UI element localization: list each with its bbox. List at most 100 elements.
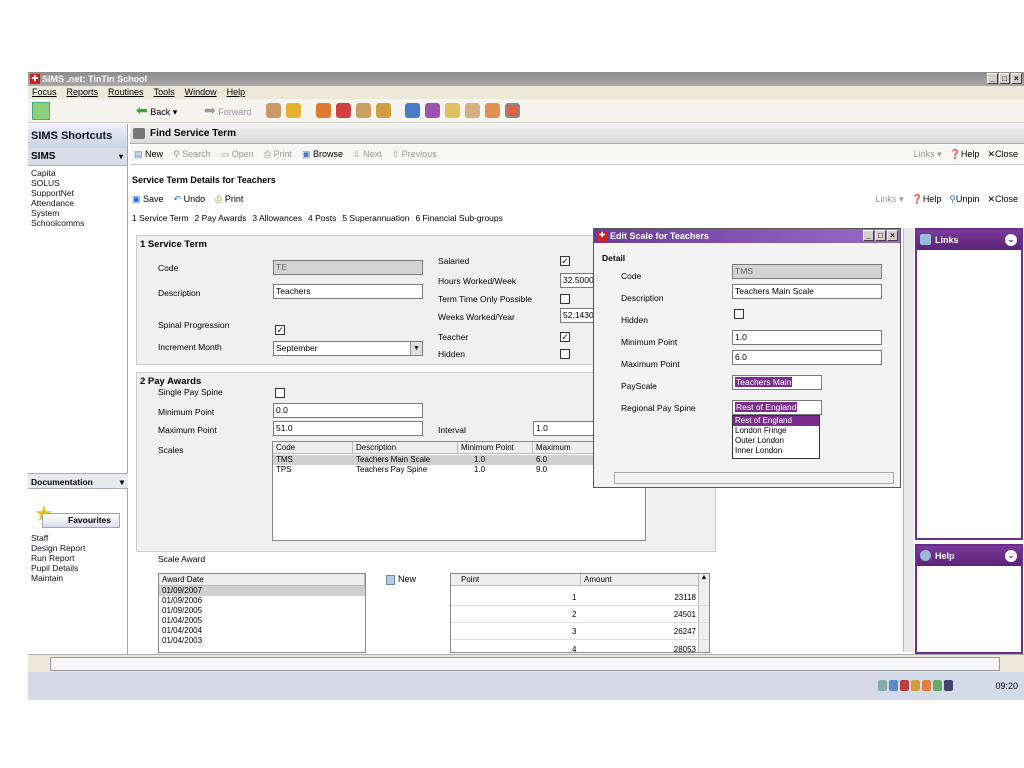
collapse-icon[interactable]: ⌄ xyxy=(1005,234,1017,246)
dialog-minimize-button[interactable]: _ xyxy=(863,230,874,241)
option-outer-london[interactable]: Outer London xyxy=(733,436,819,446)
col-point[interactable]: Point xyxy=(451,574,581,586)
tab-service-term[interactable]: 1 Service Term xyxy=(132,211,189,225)
clock-icon[interactable] xyxy=(505,103,520,118)
people-icon[interactable] xyxy=(356,103,371,118)
list-item[interactable]: 01/04/2005 xyxy=(159,616,365,626)
code-field[interactable]: TE xyxy=(273,260,423,275)
unpin-button[interactable]: ⚲Unpin xyxy=(949,190,979,208)
tab-financial-subgroups[interactable]: 6 Financial Sub-groups xyxy=(415,211,502,225)
tab-posts[interactable]: 4 Posts xyxy=(308,211,336,225)
col-award-date[interactable]: Award Date xyxy=(159,574,365,586)
new-button[interactable]: ▤ New xyxy=(134,149,163,160)
tab-allowances[interactable]: 3 Allowances xyxy=(252,211,302,225)
detail-help-button[interactable]: ❓Help xyxy=(912,190,942,208)
hours-worked-field[interactable]: 32.5000 xyxy=(560,273,596,288)
list-item[interactable]: 01/09/2007 xyxy=(159,586,365,596)
list-item[interactable]: 01/09/2006 xyxy=(159,596,365,606)
detail-close-button[interactable]: ✕Close xyxy=(987,190,1018,208)
dialog-maximize-button[interactable]: □ xyxy=(875,230,886,241)
forward-button[interactable]: ➡ Forward xyxy=(204,103,251,117)
notes-icon[interactable] xyxy=(445,103,460,118)
flag-icon[interactable] xyxy=(336,103,351,118)
staff-icon[interactable] xyxy=(266,103,281,118)
scale-min-field[interactable]: 1.0 xyxy=(732,330,882,345)
find-help-button[interactable]: ❓Help xyxy=(950,149,980,160)
maximum-point-field[interactable]: 51.0 xyxy=(273,421,423,436)
save-button[interactable]: ▣ Save xyxy=(132,190,164,208)
next-button[interactable]: ⇩ Next xyxy=(353,149,382,160)
fav-item-pupil-details[interactable]: Pupil Details xyxy=(31,563,126,573)
dialog-close-button[interactable]: × xyxy=(887,230,898,241)
col-minimum-point[interactable]: Minimum Point xyxy=(458,442,533,454)
search-button[interactable]: ⚲ Search xyxy=(173,149,211,160)
scale-description-field[interactable]: Teachers Main Scale xyxy=(732,284,882,299)
previous-button[interactable]: ⇧ Previous xyxy=(392,149,437,160)
tab-pay-awards[interactable]: 2 Pay Awards xyxy=(195,211,247,225)
book-icon[interactable] xyxy=(316,103,331,118)
table-row[interactable]: 4 28053 xyxy=(451,642,709,652)
open-button[interactable]: ▭ Open xyxy=(221,149,254,160)
shield-icon[interactable] xyxy=(900,680,909,691)
sidebar-item-supportnet[interactable]: SupportNet xyxy=(28,188,127,198)
table-row[interactable]: 3 26247 xyxy=(451,624,709,640)
find-close-button[interactable]: ✕Close xyxy=(987,149,1018,160)
fav-item-maintain[interactable]: Maintain xyxy=(31,573,126,583)
group-icon[interactable] xyxy=(376,103,391,118)
scale-code-field[interactable]: TMS xyxy=(732,264,882,279)
option-london-fringe[interactable]: London Fringe xyxy=(733,426,819,436)
sidebar-item-solus[interactable]: SOLUS xyxy=(28,178,127,188)
col-description[interactable]: Description xyxy=(353,442,458,454)
menu-focus[interactable]: Focus xyxy=(32,86,57,99)
table-row[interactable]: TMS Teachers Main Scale 1.0 6.0 xyxy=(273,455,645,465)
list-item[interactable]: 01/04/2004 xyxy=(159,626,365,636)
menu-tools[interactable]: Tools xyxy=(154,86,175,99)
weeks-worked-field[interactable]: 52.1430 xyxy=(560,308,596,323)
scale-hidden-checkbox[interactable] xyxy=(734,309,744,319)
maximize-button[interactable]: □ xyxy=(999,73,1010,84)
table-row[interactable]: TPS Teachers Pay Spine 1.0 9.0 xyxy=(273,465,645,475)
menu-window[interactable]: Window xyxy=(185,86,217,99)
menu-reports[interactable]: Reports xyxy=(67,86,99,99)
col-amount[interactable]: Amount xyxy=(581,574,699,586)
sidebar-item-attendance[interactable]: Attendance xyxy=(28,198,127,208)
switch-icon[interactable] xyxy=(32,102,50,120)
browse-button[interactable]: ▣ Browse xyxy=(302,149,343,160)
document-icon[interactable] xyxy=(465,103,480,118)
sidebar-group-selector[interactable]: SIMS xyxy=(28,148,127,166)
fav-item-run-report[interactable]: Run Report xyxy=(31,553,126,563)
network-icon[interactable] xyxy=(933,680,942,691)
regional-pay-spine-select[interactable]: Rest of England xyxy=(732,400,822,415)
person-icon[interactable] xyxy=(485,103,500,118)
hidden-checkbox[interactable] xyxy=(560,349,570,359)
sidebar-item-system[interactable]: System xyxy=(28,208,127,218)
list-item[interactable]: 01/09/2005 xyxy=(159,606,365,616)
payscale-select[interactable]: Teachers Main xyxy=(732,375,822,390)
tray-icon[interactable] xyxy=(922,680,931,691)
tray-icon[interactable] xyxy=(878,680,887,691)
sidebar-item-capita[interactable]: Capita xyxy=(28,168,127,178)
teacher-checkbox[interactable]: ✓ xyxy=(560,332,570,342)
description-field[interactable]: Teachers xyxy=(273,284,423,299)
right-scrollbar[interactable] xyxy=(903,228,914,652)
new-award-button[interactable]: New xyxy=(386,574,416,585)
back-button[interactable]: ⬅ Back ▾ xyxy=(136,103,177,118)
find-links-button[interactable]: Links ▾ xyxy=(914,149,942,160)
table-row[interactable]: 2 24501 xyxy=(451,607,709,623)
chart-icon[interactable] xyxy=(425,103,440,118)
minimum-point-field[interactable]: 0.0 xyxy=(273,403,423,418)
fav-item-staff[interactable]: Staff xyxy=(31,533,126,543)
detail-links-button[interactable]: Links ▾ xyxy=(876,190,904,208)
signal-icon[interactable] xyxy=(944,680,953,691)
menu-routines[interactable]: Routines xyxy=(108,86,144,99)
salaried-checkbox[interactable]: ✓ xyxy=(560,256,570,266)
close-window-button[interactable]: × xyxy=(1011,73,1022,84)
sidebar-item-schoolcomms[interactable]: Schoolcomms xyxy=(28,218,127,228)
option-rest-of-england[interactable]: Rest of England xyxy=(733,416,819,426)
detail-print-button[interactable]: ⎙ Print xyxy=(215,190,243,208)
student-icon[interactable] xyxy=(286,103,301,118)
report-icon[interactable] xyxy=(405,103,420,118)
interval-field[interactable]: 1.0 xyxy=(533,421,596,436)
option-inner-london[interactable]: Inner London xyxy=(733,446,819,456)
tray-icon[interactable] xyxy=(889,680,898,691)
